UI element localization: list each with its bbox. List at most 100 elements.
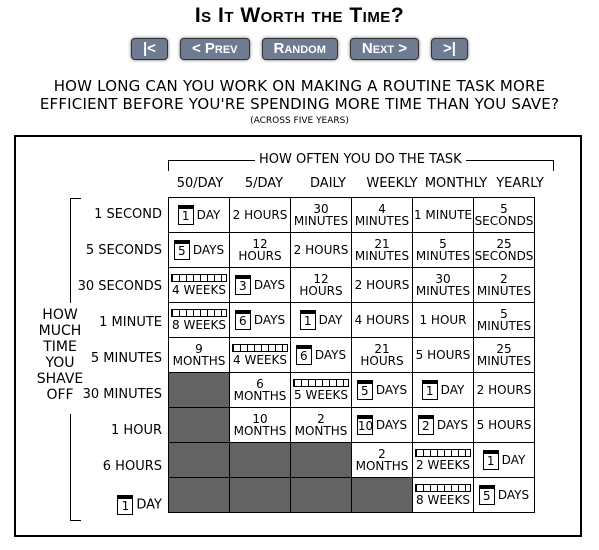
shaded-cell	[290, 477, 352, 513]
cell-value: 2 HOURS	[232, 208, 288, 223]
shaded-cell	[290, 442, 352, 478]
last-comic-button[interactable]: >|	[431, 38, 469, 60]
cell-value: DAYS	[314, 348, 347, 362]
shaded-cell	[168, 372, 230, 408]
row-header-label: 5 SECONDS	[85, 243, 162, 258]
shaded-cell	[168, 477, 230, 513]
cell-value: 25 MINUTES	[476, 342, 532, 368]
calendar-icon: 1	[299, 310, 316, 330]
grid-cell: 2 WEEKS	[412, 442, 474, 478]
column-header: 50/DAY	[176, 176, 224, 191]
next-comic-button[interactable]: Next >	[349, 38, 420, 60]
grid-cell: 2 HOURS	[473, 372, 535, 408]
calendar-icon: 1	[421, 380, 438, 400]
row-header-label: 5 MINUTES	[90, 351, 162, 366]
cell-value: 21 MINUTES	[354, 237, 410, 263]
cell-value: 5 HOURS	[476, 418, 532, 433]
cell-value: DAY	[196, 208, 221, 222]
row-header-label: DAY	[136, 497, 162, 513]
grid-cell: 1 DAY	[412, 372, 474, 408]
grid-cell: 8 WEEKS	[168, 302, 230, 338]
comic-nav: |< < Prev Random Next > >|	[0, 38, 599, 60]
cell-value: 8 WEEKS	[416, 492, 470, 507]
calendar-icon: 1	[482, 450, 499, 470]
column-header: WEEKLY	[366, 176, 418, 191]
cell-value: 6 MONTHS	[233, 377, 287, 403]
row-header: 1 MINUTE	[60, 315, 162, 330]
cell-value: 2 MONTHS	[355, 447, 409, 473]
grid-cell: 1 DAY	[168, 197, 230, 233]
grid-cell: 4 WEEKS	[229, 337, 291, 373]
grid-cell: 25 SECONDS	[473, 232, 535, 268]
cell-value: 21 HOURS	[360, 342, 404, 368]
grid-cell: 2 HOURS	[351, 267, 413, 303]
cell-value: 12 HOURS	[299, 272, 343, 298]
row-header: 1 HOUR	[60, 423, 162, 438]
row-header-label: 30 MINUTES	[82, 387, 162, 402]
cell-value: 30 MINUTES	[415, 272, 471, 298]
cell-value: DAYS	[497, 488, 530, 502]
row-header: 6 HOURS	[60, 459, 162, 474]
cell-value: DAYS	[253, 313, 286, 327]
grid-cell: 1 HOUR	[412, 302, 474, 338]
grid-cell: 12 HOURS	[290, 267, 352, 303]
cell-value: DAY	[318, 313, 343, 327]
row-header-label: 6 HOURS	[102, 459, 162, 474]
calendar-strip-icon	[171, 274, 227, 283]
calendar-icon: 10	[356, 415, 373, 435]
grid-cell: 1 DAY	[290, 302, 352, 338]
time-saving-grid: 1 DAY 2 HOURS 30 MINUTES 4 MINUTES 1 MINUTE 5 …	[168, 197, 535, 513]
cell-value: 25 SECONDS	[474, 237, 534, 263]
grid-cell: 10 DAYS	[351, 407, 413, 443]
grid-cell: 1 MINUTE	[412, 197, 474, 233]
grid-cell: 6 DAYS	[290, 337, 352, 373]
column-header: 5/DAY	[244, 176, 284, 191]
comic-question-line2: EFFICIENT BEFORE YOU'RE SPENDING MORE TI…	[39, 95, 560, 113]
calendar-icon: 5	[478, 485, 495, 505]
cell-value: 2 WEEKS	[416, 457, 470, 472]
cell-value: 5 HOURS	[415, 348, 471, 363]
table-row: 6 MONTHS 5 WEEKS 5 DAYS 1 DAY 2 HOURS	[168, 372, 535, 408]
row-header-label: 1 HOUR	[111, 423, 162, 438]
cell-value: DAYS	[253, 278, 286, 292]
grid-cell: 4 HOURS	[351, 302, 413, 338]
row-header: 30 MINUTES	[60, 387, 162, 402]
shaded-cell	[168, 442, 230, 478]
grid-cell: 5 WEEKS	[290, 372, 352, 408]
cell-value: 2 HOURS	[476, 383, 532, 398]
cell-value: 9 MONTHS	[172, 342, 226, 368]
cell-value: DAYS	[192, 243, 225, 257]
first-comic-button[interactable]: |<	[130, 38, 168, 60]
cell-value: 4 HOURS	[354, 313, 410, 328]
random-comic-button[interactable]: Random	[261, 38, 338, 60]
cell-value: 5 MINUTES	[476, 307, 532, 333]
calendar-strip-icon	[415, 449, 471, 458]
calendar-strip-icon	[293, 379, 349, 388]
grid-cell: 2 HOURS	[290, 232, 352, 268]
cell-value: 10 MONTHS	[233, 412, 287, 438]
grid-cell: 21 MINUTES	[351, 232, 413, 268]
column-header: DAILY	[310, 176, 346, 191]
side-label-word: SHAVE	[36, 371, 84, 387]
column-header: YEARLY	[496, 176, 544, 191]
grid-cell: 25 MINUTES	[473, 337, 535, 373]
row-header-label: 30 SECONDS	[77, 279, 162, 294]
calendar-icon: 5	[173, 240, 190, 260]
prev-comic-button[interactable]: < Prev	[179, 38, 250, 60]
grid-cell: 5 SECONDS	[473, 197, 535, 233]
cell-value: 2 HOURS	[354, 278, 410, 293]
cell-value: 12 HOURS	[238, 237, 282, 263]
grid-cell: 6 DAYS	[229, 302, 291, 338]
table-row: 5 DAYS 12 HOURS 2 HOURS 21 MINUTES 5 MINUTES 2…	[168, 232, 535, 268]
grid-cell: 2 MONTHS	[290, 407, 352, 443]
row-header: 1 SECOND	[60, 207, 162, 222]
cell-value: 5 MINUTES	[415, 237, 471, 263]
calendar-strip-icon	[232, 344, 288, 353]
grid-cell: 30 MINUTES	[412, 267, 474, 303]
grid-cell: 4 WEEKS	[168, 267, 230, 303]
grid-cell: 6 MONTHS	[229, 372, 291, 408]
grid-cell: 8 WEEKS	[412, 477, 474, 513]
calendar-strip-icon	[171, 309, 227, 318]
grid-cell: 5 DAYS	[351, 372, 413, 408]
calendar-strip-icon	[415, 484, 471, 493]
